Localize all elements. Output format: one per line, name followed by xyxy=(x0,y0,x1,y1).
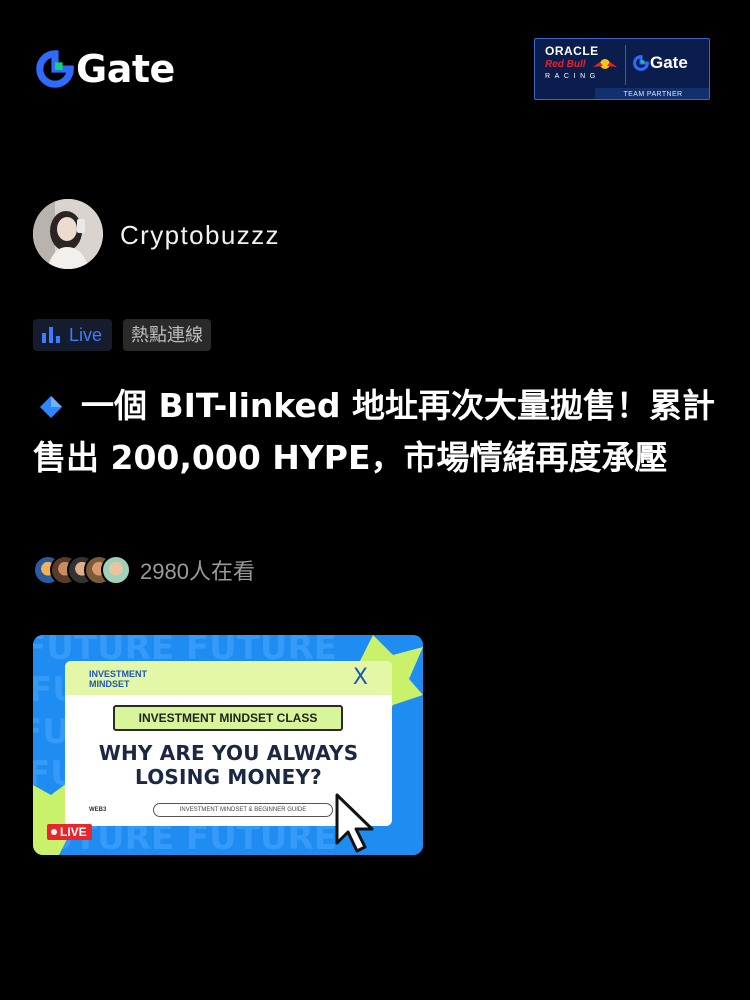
viewer-count-text: 2980人在看 xyxy=(140,559,255,584)
guide-label: INVESTMENT MINDSET & BEGINNER GUIDE xyxy=(153,803,333,817)
author-name[interactable]: Cryptobuzzz xyxy=(120,220,280,251)
partner-gate-logo: Gate xyxy=(633,53,688,73)
gate-logo[interactable]: Gate xyxy=(36,50,175,88)
bar-chart-icon xyxy=(42,327,60,343)
gate-logo-icon xyxy=(633,55,649,71)
close-icon: X xyxy=(352,665,368,690)
partner-gate-wordmark: Gate xyxy=(650,53,688,72)
tag-line-2: MINDSET xyxy=(89,679,130,689)
question-line-1: WHY ARE YOU ALWAYS xyxy=(98,741,359,765)
team-partner-label: TEAM PARTNER xyxy=(595,88,709,99)
slide-question: WHY ARE YOU ALWAYS LOSING MONEY? xyxy=(65,741,392,789)
live-tag[interactable]: Live xyxy=(33,319,113,351)
gate-logo-icon xyxy=(36,50,74,88)
hot-topic-tag[interactable]: 熱點連線 xyxy=(123,319,211,351)
web3-label: WEB3 xyxy=(89,807,107,813)
viewer-avatars xyxy=(33,555,131,585)
redbull-wordmark: Red Bull xyxy=(545,59,586,70)
post-headline[interactable]: 一個 BIT-linked 地址再次大量拋售！累計售出 200,000 HYPE… xyxy=(33,380,723,484)
red-bull-icon xyxy=(593,59,617,69)
headline-text: 一個 BIT-linked 地址再次大量拋售！累計售出 200,000 HYPE… xyxy=(33,386,715,477)
mouse-cursor-icon xyxy=(335,793,374,853)
live-video-thumbnail[interactable]: FUTURE FUTURE FUTURE FUTURE FUTURE FUTUR… xyxy=(33,635,423,855)
viewer-avatar xyxy=(101,555,131,585)
live-badge-label: LIVE xyxy=(60,825,87,839)
author-avatar[interactable] xyxy=(33,199,103,269)
tag-line-1: INVESTMENT xyxy=(89,669,148,679)
partner-divider xyxy=(625,45,626,85)
live-dot-icon xyxy=(51,829,57,835)
investment-mindset-tag: INVESTMENT MINDSET xyxy=(89,669,147,689)
blue-diamond-icon xyxy=(40,396,62,418)
live-badge: LIVE xyxy=(47,824,92,840)
question-line-2: LOSING MONEY? xyxy=(135,765,322,789)
racing-wordmark: RACING xyxy=(545,73,600,80)
live-tag-label: Live xyxy=(69,324,103,345)
gate-wordmark: Gate xyxy=(76,47,175,91)
team-partner-banner[interactable]: ORACLE Red Bull RACING Gate TEAM PARTNER xyxy=(534,38,710,100)
avatar-photo xyxy=(33,199,103,269)
oracle-wordmark: ORACLE xyxy=(545,44,599,58)
viewer-count: 2980人在看 xyxy=(33,554,255,586)
class-label: INVESTMENT MINDSET CLASS xyxy=(113,705,343,731)
